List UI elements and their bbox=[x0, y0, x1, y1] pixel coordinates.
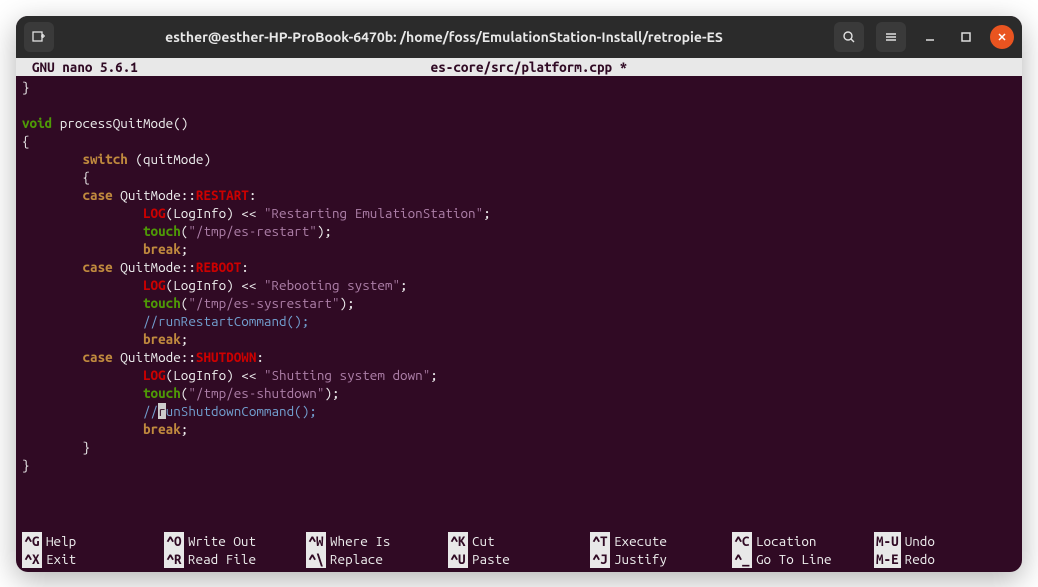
menu-button[interactable] bbox=[876, 22, 906, 52]
maximize-button[interactable] bbox=[954, 25, 978, 49]
shortcut-cut: ^KCut bbox=[448, 532, 590, 550]
shortcut-paste: ^UPaste bbox=[448, 550, 590, 568]
close-button[interactable] bbox=[990, 25, 1014, 49]
shortcut-replace: ^\Replace bbox=[306, 550, 448, 568]
shortcut-justify: ^JJustify bbox=[590, 550, 732, 568]
new-tab-button[interactable] bbox=[24, 22, 54, 52]
titlebar: esther@esther-HP-ProBook-6470b: /home/fo… bbox=[16, 16, 1022, 58]
minimize-button[interactable] bbox=[918, 25, 942, 49]
editor-area[interactable]: } void processQuitMode() { switch (quitM… bbox=[16, 76, 1022, 532]
nano-filename: es-core/src/platform.cpp * bbox=[38, 58, 1020, 76]
nano-header-bar: GNU nano 5.6.1 es-core/src/platform.cpp … bbox=[16, 58, 1022, 76]
shortcut-writeout: ^OWrite Out bbox=[164, 532, 306, 550]
nano-shortcuts: ^GHelp ^OWrite Out ^WWhere Is ^KCut ^TEx… bbox=[16, 532, 1022, 572]
text-cursor: r bbox=[158, 403, 166, 419]
shortcut-redo: M-ERedo bbox=[874, 550, 1016, 568]
shortcut-help: ^GHelp bbox=[22, 532, 164, 550]
terminal-window: esther@esther-HP-ProBook-6470b: /home/fo… bbox=[16, 16, 1022, 572]
window-title: esther@esther-HP-ProBook-6470b: /home/fo… bbox=[62, 29, 826, 45]
shortcut-exit: ^XExit bbox=[22, 550, 164, 568]
shortcut-readfile: ^RRead File bbox=[164, 550, 306, 568]
shortcut-whereis: ^WWhere Is bbox=[306, 532, 448, 550]
shortcut-undo: M-UUndo bbox=[874, 532, 1016, 550]
shortcut-location: ^CLocation bbox=[732, 532, 874, 550]
shortcut-gotoline: ^_Go To Line bbox=[732, 550, 874, 568]
shortcut-execute: ^TExecute bbox=[590, 532, 732, 550]
search-button[interactable] bbox=[834, 22, 864, 52]
